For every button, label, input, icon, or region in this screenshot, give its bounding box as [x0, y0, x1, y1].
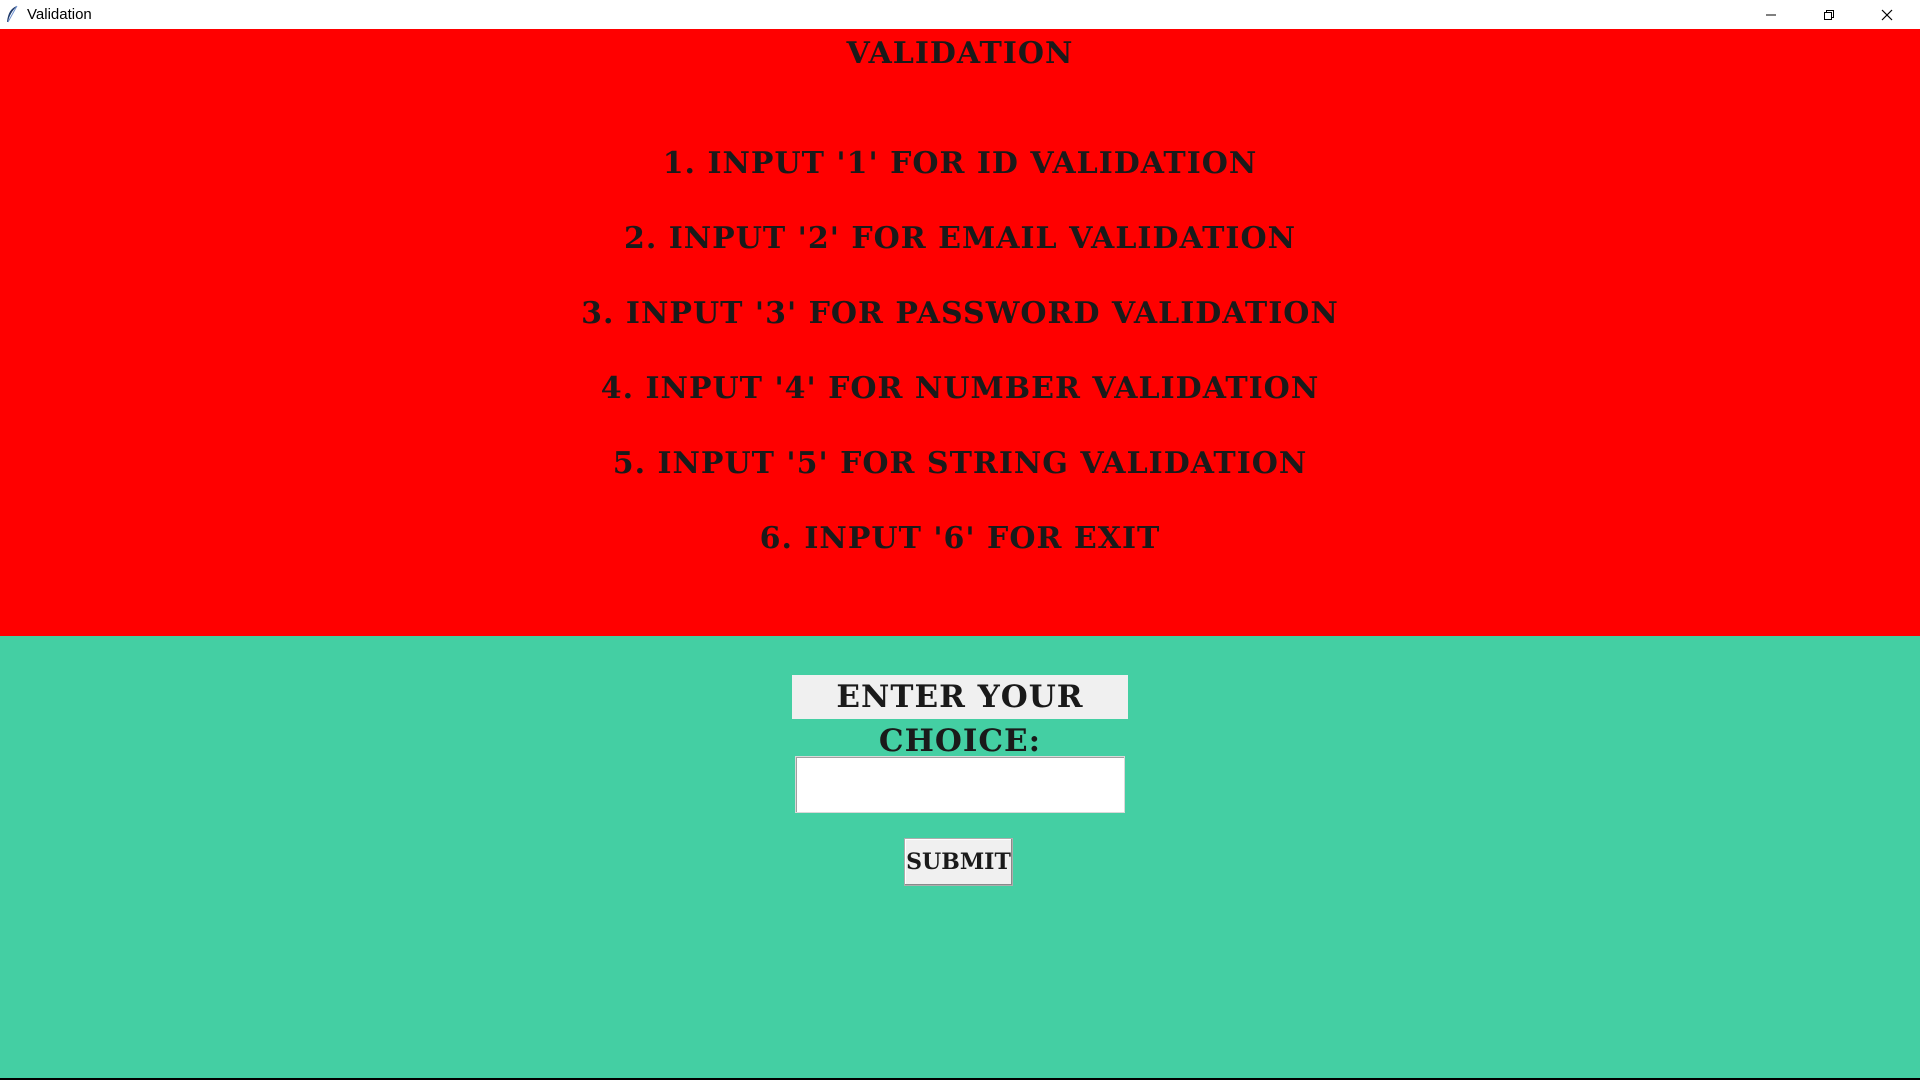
menu-item-password: 3. Input '3' for Password validation [581, 296, 1339, 331]
menu-panel: Validation 1. Input '1' for ID validatio… [0, 29, 1920, 636]
menu-item-id: 1. Input '1' for ID validation [662, 146, 1258, 181]
close-icon [1881, 9, 1893, 21]
minimize-icon [1765, 9, 1777, 21]
window-title: Validation [27, 6, 92, 23]
feather-icon [5, 5, 19, 24]
restore-button[interactable] [1800, 0, 1858, 29]
minimize-button[interactable] [1742, 0, 1800, 29]
title-bar[interactable]: Validation [0, 0, 1920, 29]
app-window: Validation Validation 1 [0, 0, 1920, 1078]
close-button[interactable] [1858, 0, 1916, 29]
menu-item-string: 5. Input '5' for String validation [612, 446, 1308, 481]
choice-input[interactable] [795, 756, 1125, 813]
input-panel: Enter your choice: SUBMIT [0, 636, 1920, 1078]
submit-button[interactable]: SUBMIT [904, 838, 1013, 886]
restore-icon [1823, 9, 1835, 21]
page-title: Validation [846, 36, 1074, 71]
menu-item-email: 2. Input '2' for Email validation [623, 221, 1297, 256]
choice-label: Enter your choice: [792, 675, 1128, 759]
menu-item-number: 4. Input '4' for Number validation [600, 371, 1320, 406]
menu-item-exit: 6. Input '6' for Exit [759, 521, 1161, 556]
